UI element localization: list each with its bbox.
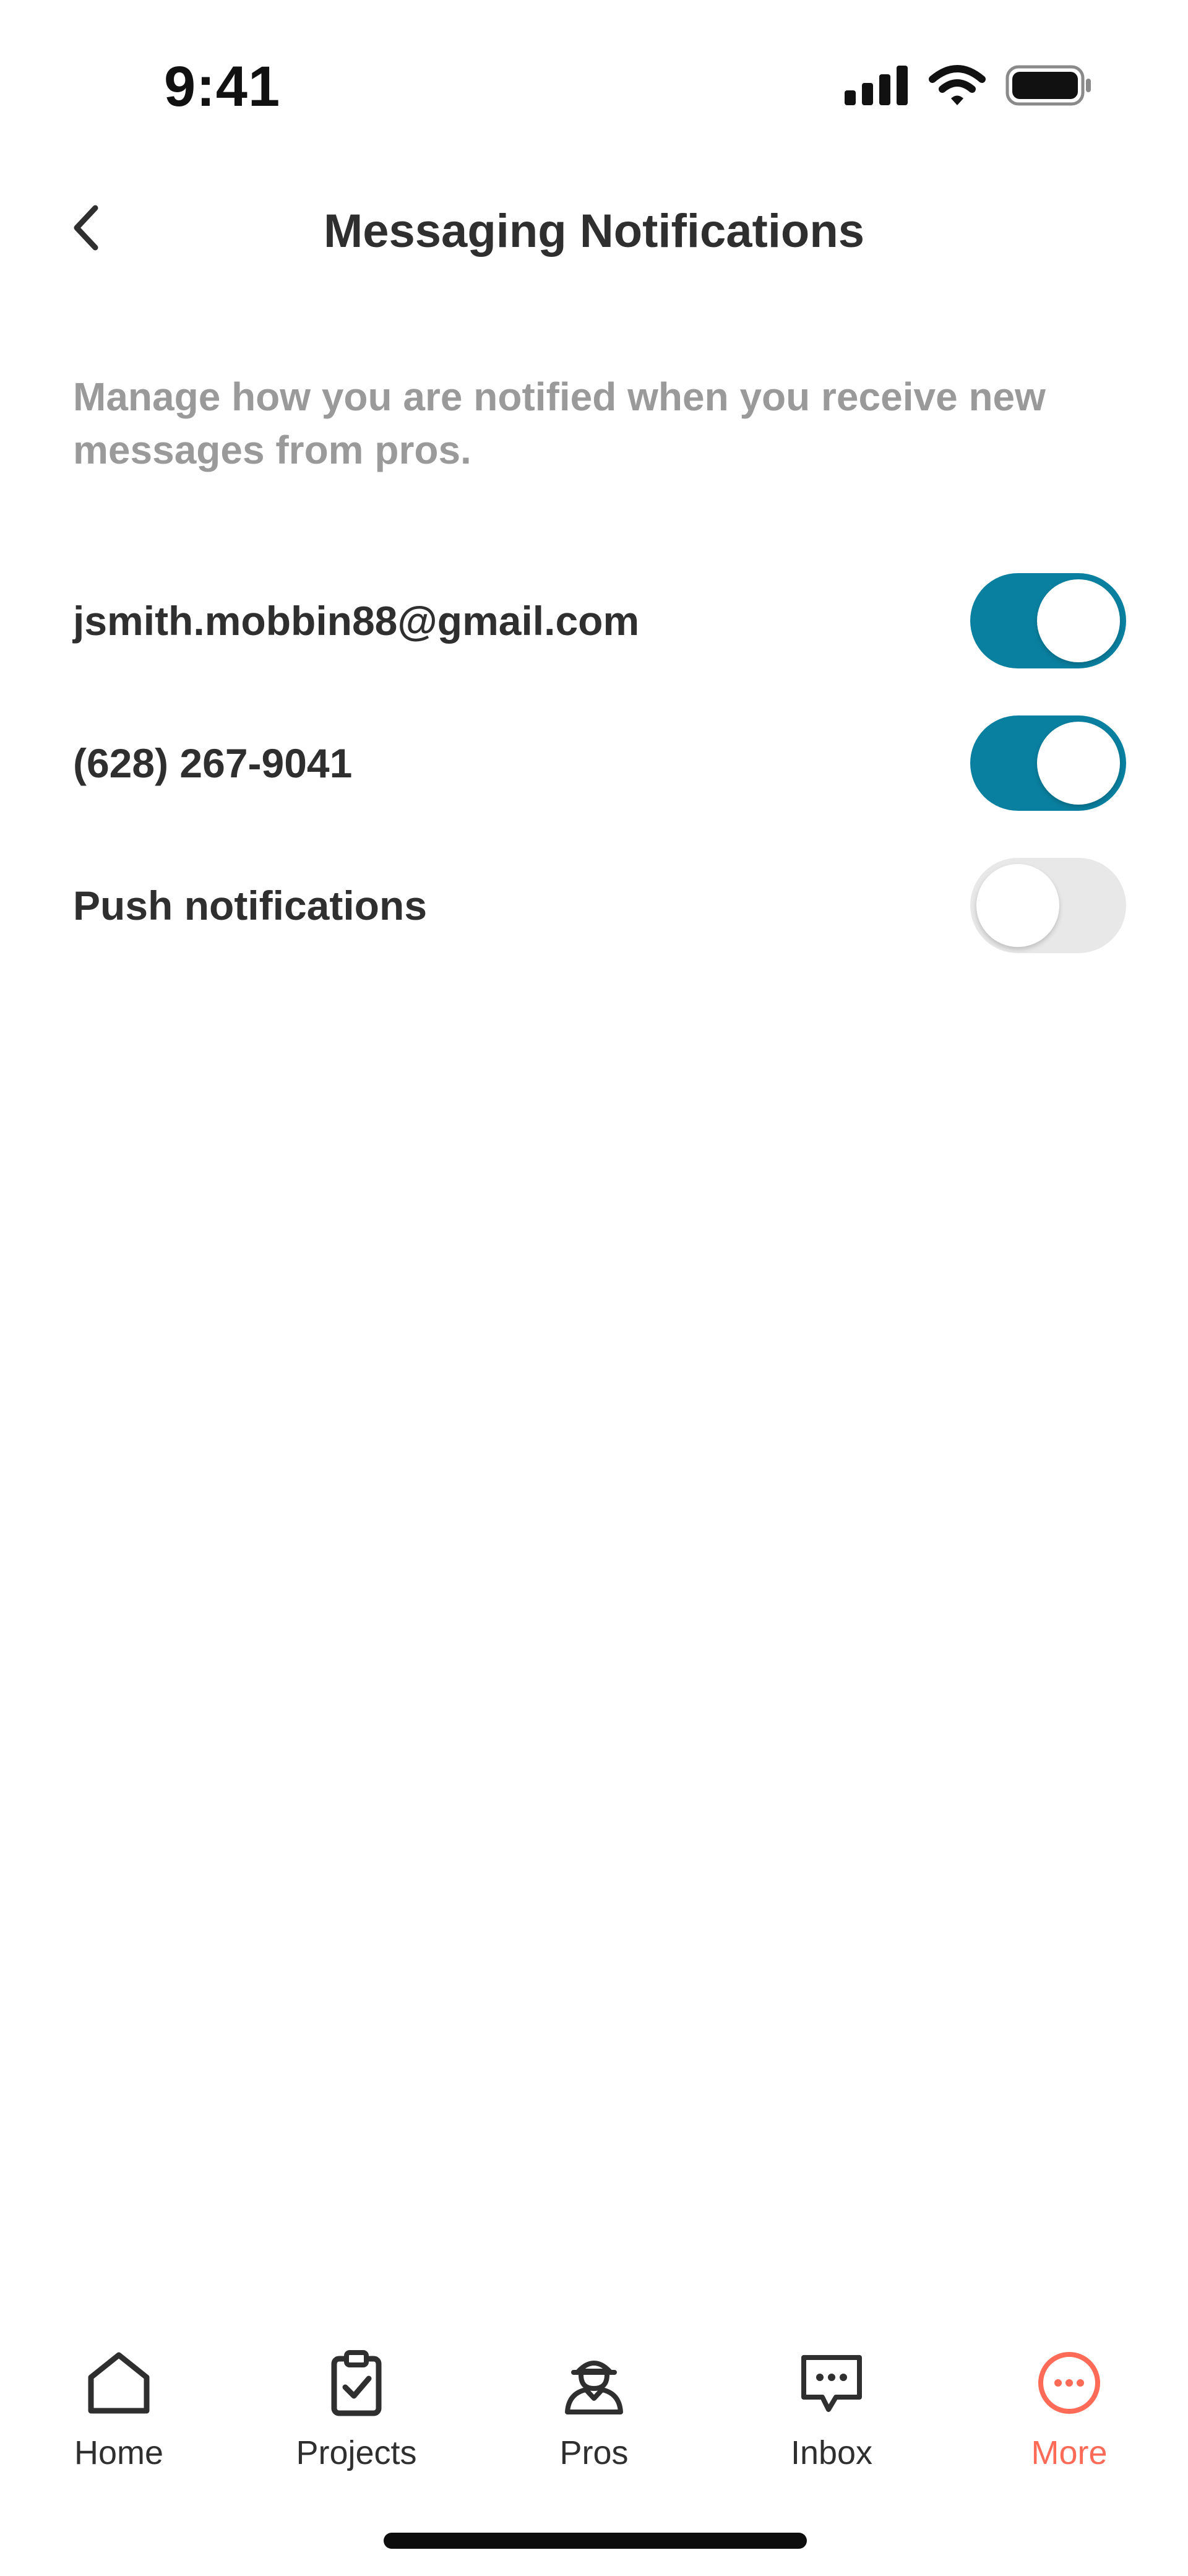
navigation-header: Messaging Notifications bbox=[0, 179, 1188, 279]
status-time: 9:41 bbox=[164, 55, 281, 118]
status-icons bbox=[845, 64, 1092, 110]
page-description: Manage how you are notified when you rec… bbox=[73, 374, 1046, 472]
tab-projects-label: Projects bbox=[296, 2434, 417, 2471]
battery-icon bbox=[1005, 65, 1092, 109]
signal-icon bbox=[845, 65, 909, 108]
email-label: jsmith.mobbin88@gmail.com bbox=[73, 598, 640, 644]
tab-inbox-label: Inbox bbox=[790, 2434, 873, 2471]
tab-more[interactable]: More bbox=[950, 2346, 1188, 2494]
tab-projects[interactable]: Projects bbox=[238, 2346, 475, 2494]
tab-inbox[interactable]: Inbox bbox=[713, 2346, 950, 2494]
page-title: Messaging Notifications bbox=[323, 205, 865, 257]
more-circle-icon bbox=[1032, 2346, 1106, 2420]
messaging-notifications-screen: 9:41 Messaging Notifications Manage how … bbox=[0, 0, 1188, 2576]
wifi-icon bbox=[928, 64, 987, 110]
phone-notification-toggle[interactable] bbox=[970, 715, 1126, 811]
clipboard-check-icon bbox=[319, 2346, 394, 2420]
chat-bubble-icon bbox=[794, 2346, 869, 2420]
tab-pros[interactable]: Pros bbox=[475, 2346, 713, 2494]
tab-home-label: Home bbox=[74, 2434, 164, 2471]
phone-notification-row: (628) 267-9041 bbox=[73, 714, 1126, 813]
home-indicator[interactable] bbox=[384, 2533, 807, 2549]
push-notification-row: Push notifications bbox=[73, 856, 1126, 955]
email-notification-row: jsmith.mobbin88@gmail.com bbox=[73, 571, 1126, 670]
toggle-knob bbox=[1037, 579, 1120, 662]
tab-pros-label: Pros bbox=[559, 2434, 629, 2471]
email-notification-toggle[interactable] bbox=[970, 573, 1126, 668]
pro-worker-icon bbox=[557, 2346, 631, 2420]
tab-more-label: More bbox=[1031, 2434, 1108, 2471]
home-icon bbox=[82, 2346, 156, 2420]
push-label: Push notifications bbox=[73, 883, 428, 928]
bottom-tab-bar: Home Projects Pros Inbox More bbox=[0, 2346, 1188, 2494]
toggle-knob bbox=[976, 864, 1059, 947]
toggle-knob bbox=[1037, 722, 1120, 805]
status-bar: 9:41 bbox=[0, 0, 1188, 161]
phone-label: (628) 267-9041 bbox=[73, 740, 353, 786]
push-notification-toggle[interactable] bbox=[970, 858, 1126, 953]
tab-home[interactable]: Home bbox=[0, 2346, 238, 2494]
